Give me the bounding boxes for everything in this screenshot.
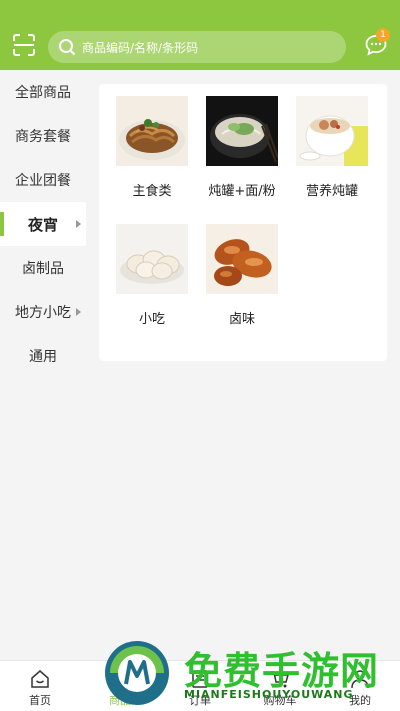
category-label: 小吃 xyxy=(138,312,165,327)
sidebar-item-business-set[interactable]: 商务套餐 xyxy=(0,114,86,158)
watermark-english-text: MIANFEISHOUYOUWANG xyxy=(184,688,354,701)
category-label: 营养炖罐 xyxy=(305,184,358,199)
watermark-logo-icon xyxy=(105,641,169,705)
sidebar-item-label: 卤制品 xyxy=(22,261,64,277)
sidebar-item-label: 地方小吃 xyxy=(15,305,71,321)
sidebar-item-label: 夜宵 xyxy=(27,215,58,234)
main-content: 主食类 炖罐+面/粉 营养炖罐 小吃 卤味 xyxy=(86,70,400,660)
category-label: 主食类 xyxy=(132,184,172,199)
watermark-chinese-text: 免费手游网 xyxy=(184,649,380,693)
braised-duck-thumbnail xyxy=(206,224,278,294)
sidebar-item-enterprise-meal[interactable]: 企业团餐 xyxy=(0,158,86,202)
noodle-soup-thumbnail xyxy=(206,96,278,166)
sidebar-item-local-snacks[interactable]: 地方小吃 xyxy=(0,290,86,334)
expand-arrow-icon xyxy=(76,220,81,228)
tab-home[interactable]: 首页 xyxy=(0,661,80,711)
category-grid-card: 主食类 炖罐+面/粉 营养炖罐 小吃 卤味 xyxy=(99,84,387,361)
dumplings-thumbnail xyxy=(116,224,188,294)
header-bar: 商品编码/名称/条形码 1 xyxy=(0,0,400,70)
home-icon xyxy=(31,670,49,688)
sidebar-item-late-night[interactable]: 夜宵 xyxy=(0,202,86,246)
app-screen: 商品编码/名称/条形码 1 全部商品 商务套餐 企业团餐 夜宵 卤制品 地方小吃… xyxy=(0,0,400,711)
stew-pot-thumbnail xyxy=(296,96,368,166)
message-button[interactable]: 1 xyxy=(364,28,390,57)
sidebar-item-general[interactable]: 通用 xyxy=(0,334,86,378)
expand-arrow-icon xyxy=(76,308,81,316)
sidebar-item-label: 企业团餐 xyxy=(15,173,71,189)
category-nutrition-stew[interactable]: 营养炖罐 xyxy=(287,96,377,199)
noodles-thumbnail xyxy=(116,96,188,166)
search-icon xyxy=(59,39,76,56)
category-sidebar: 全部商品 商务套餐 企业团餐 夜宵 卤制品 地方小吃 通用 xyxy=(0,70,86,660)
sidebar-item-all-goods[interactable]: 全部商品 xyxy=(0,70,86,114)
category-braised-flavor[interactable]: 卤味 xyxy=(197,224,287,327)
category-label: 卤味 xyxy=(228,312,255,327)
sidebar-item-label: 全部商品 xyxy=(15,85,71,101)
scan-icon[interactable] xyxy=(12,33,36,57)
category-snacks[interactable]: 小吃 xyxy=(107,224,197,327)
sidebar-item-label: 商务套餐 xyxy=(15,129,71,145)
category-label: 炖罐+面/粉 xyxy=(208,184,276,199)
search-input[interactable]: 商品编码/名称/条形码 xyxy=(48,31,346,63)
category-stew-noodle[interactable]: 炖罐+面/粉 xyxy=(197,96,287,199)
search-placeholder: 商品编码/名称/条形码 xyxy=(82,41,199,55)
tab-label: 首页 xyxy=(29,694,51,707)
message-badge: 1 xyxy=(376,28,390,42)
sidebar-item-braised[interactable]: 卤制品 xyxy=(0,246,86,290)
category-staple-food[interactable]: 主食类 xyxy=(107,96,197,199)
watermark-overlay: 免费手游网 MIANFEISHOUYOUWANG xyxy=(104,638,396,711)
sidebar-item-label: 通用 xyxy=(29,349,57,365)
